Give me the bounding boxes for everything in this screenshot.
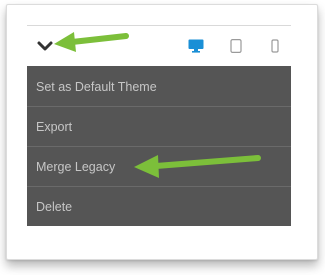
menu-item-export[interactable]: Export — [27, 106, 291, 146]
desktop-icon[interactable] — [188, 39, 204, 53]
theme-toolbar — [27, 30, 291, 62]
chevron-down-icon[interactable] — [36, 38, 54, 54]
tablet-icon[interactable] — [230, 39, 242, 54]
menu-item-merge-legacy[interactable]: Merge Legacy — [27, 146, 291, 186]
divider — [27, 25, 291, 26]
menu-item-delete[interactable]: Delete — [27, 186, 291, 226]
theme-actions-menu: Set as Default Theme Export Merge Legacy… — [27, 66, 291, 226]
screenshot-canvas: Set as Default Theme Export Merge Legacy… — [0, 0, 325, 275]
menu-item-set-default-theme[interactable]: Set as Default Theme — [27, 66, 291, 106]
mobile-icon[interactable] — [270, 39, 280, 53]
